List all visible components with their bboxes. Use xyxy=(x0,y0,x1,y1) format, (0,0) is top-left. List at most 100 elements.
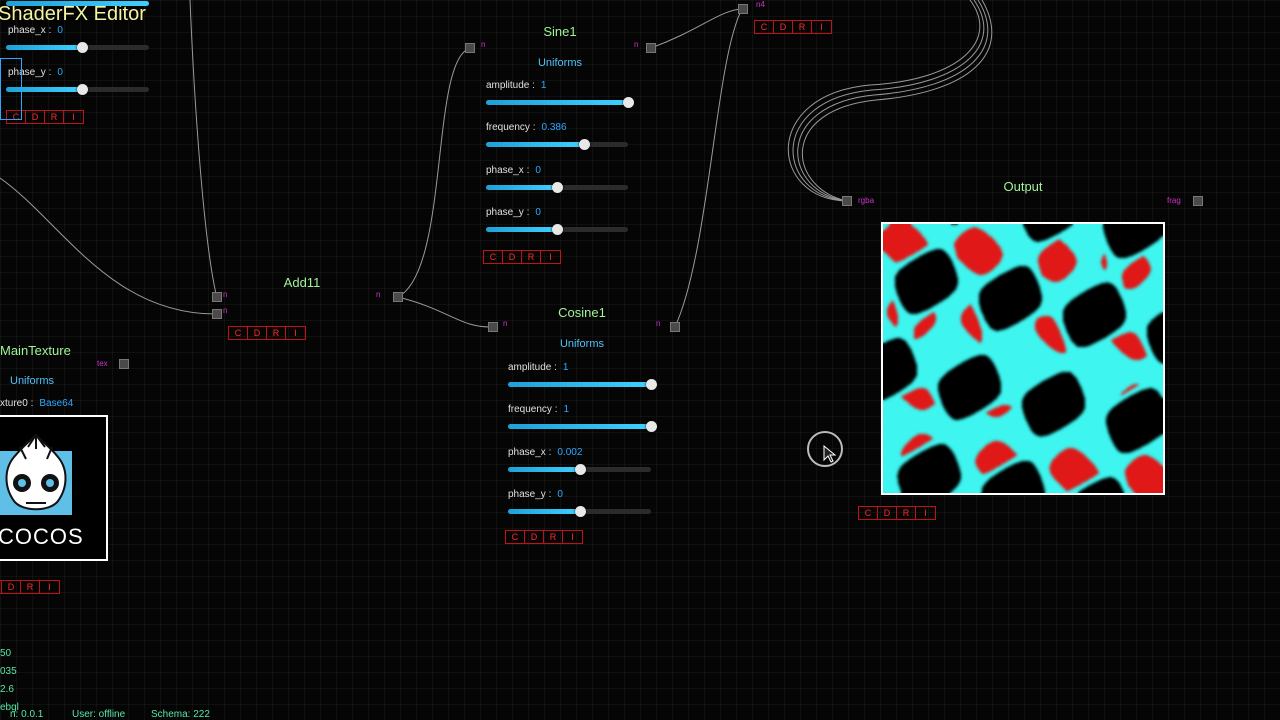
version-label: n: 0.0.1 xyxy=(10,709,44,720)
main-texture-title: MainTexture xyxy=(0,343,71,358)
sine-section-uniforms: Uniforms xyxy=(537,57,582,69)
stat-line-1: 50 xyxy=(0,648,12,659)
wire-cosine-to-top xyxy=(674,8,743,328)
r-button[interactable]: R xyxy=(897,507,916,519)
main-texture-section-uniforms: Uniforms xyxy=(10,375,55,387)
i-button[interactable]: I xyxy=(40,581,59,593)
sine-title: Sine1 xyxy=(543,24,577,39)
add-out-port[interactable] xyxy=(393,292,403,302)
r-button[interactable]: R xyxy=(522,251,541,263)
add-in-port-a-label: n xyxy=(223,290,228,299)
cosine-out-port-label: n xyxy=(656,319,661,328)
cosine-frequency-slider[interactable] xyxy=(508,421,657,432)
phase-y-slider[interactable] xyxy=(6,84,149,95)
app-title: ShaderFX Editor xyxy=(0,3,146,25)
output-out-port[interactable] xyxy=(1193,196,1203,206)
top-left-selection-box xyxy=(0,58,22,120)
cosine-section-uniforms: Uniforms xyxy=(559,338,604,350)
cosine-title: Cosine1 xyxy=(558,305,606,320)
output-in-port[interactable] xyxy=(842,196,852,206)
i-button[interactable]: I xyxy=(64,111,83,123)
i-button[interactable]: I xyxy=(812,21,831,33)
wire-add-to-sine xyxy=(397,47,471,298)
d-button[interactable]: D xyxy=(26,111,45,123)
wire-top-left-to-add xyxy=(189,0,218,299)
wire-left-to-add xyxy=(0,177,218,315)
cosine-cdri-buttons: C D R I xyxy=(505,530,583,544)
wire-sine-to-top xyxy=(650,8,743,49)
sine-cdri-buttons: C D R I xyxy=(483,250,561,264)
cosine-in-port-label: n xyxy=(503,319,508,328)
r-button[interactable]: R xyxy=(793,21,812,33)
r-button[interactable]: R xyxy=(21,581,40,593)
output-in-port-label: rgba xyxy=(858,196,875,205)
sine-param-phase-y: phase_y :0 xyxy=(486,207,541,218)
main-texture-param-texture: xture0 : Base64 xyxy=(0,398,74,409)
r-button[interactable]: R xyxy=(45,111,64,123)
sine-phase-x-slider[interactable] xyxy=(486,182,628,193)
c-button[interactable]: C xyxy=(229,327,248,339)
top-left-top-slider[interactable] xyxy=(6,1,149,6)
wire-add-to-cosine xyxy=(397,296,494,328)
cosine-param-frequency: frequency :1 xyxy=(508,404,570,415)
main-texture-out-port[interactable] xyxy=(119,359,129,369)
cocos-logo-text: COCOS xyxy=(0,524,84,549)
r-button[interactable]: R xyxy=(267,327,286,339)
d-button[interactable]: D xyxy=(2,581,21,593)
cosine-param-phase-x: phase_x :0.002 xyxy=(508,447,583,458)
sine-amplitude-slider[interactable] xyxy=(486,97,634,108)
add-in-port-b[interactable] xyxy=(212,309,222,319)
cosine-amplitude-slider[interactable] xyxy=(508,379,657,390)
top-left-param-phase-x: phase_x :0 xyxy=(8,25,63,36)
schema-label: Schema: 222 xyxy=(151,709,210,720)
cocos-logo-icon xyxy=(0,433,72,515)
cosine-param-amplitude: amplitude :1 xyxy=(508,362,569,373)
d-button[interactable]: D xyxy=(525,531,544,543)
sine-frequency-slider[interactable] xyxy=(486,139,628,150)
stat-line-3: 2.6 xyxy=(0,684,14,695)
d-button[interactable]: D xyxy=(774,21,793,33)
d-button[interactable]: D xyxy=(878,507,897,519)
add-out-port-label: n xyxy=(376,290,381,299)
sine-param-amplitude: amplitude :1 xyxy=(486,80,547,91)
add-in-port-b-label: n xyxy=(223,306,228,315)
r-button[interactable]: R xyxy=(544,531,563,543)
output-cdri-buttons: C D R I xyxy=(858,506,936,520)
add-title: Add11 xyxy=(283,275,321,290)
cosine-phase-x-slider[interactable] xyxy=(508,464,651,475)
i-button[interactable]: I xyxy=(916,507,935,519)
top-right-cdri-buttons: C D R I xyxy=(754,20,832,34)
c-button[interactable]: C xyxy=(755,21,774,33)
stat-line-2: 035 xyxy=(0,666,17,677)
sine-out-port[interactable] xyxy=(646,43,656,53)
main-texture-cdri-buttons: C D R I xyxy=(0,580,60,594)
d-button[interactable]: D xyxy=(503,251,522,263)
add-in-port-a[interactable] xyxy=(212,292,222,302)
c-button[interactable]: C xyxy=(859,507,878,519)
output-title: Output xyxy=(1003,179,1043,194)
phase-x-slider[interactable] xyxy=(6,42,149,53)
cosine-phase-y-slider[interactable] xyxy=(508,506,651,517)
cosine-in-port[interactable] xyxy=(488,322,498,332)
top-right-in-port[interactable] xyxy=(738,4,748,14)
sine-phase-y-slider[interactable] xyxy=(486,224,628,235)
output-preview[interactable] xyxy=(881,222,1165,495)
c-button[interactable]: C xyxy=(506,531,525,543)
cosine-param-phase-y: phase_y :0 xyxy=(508,489,563,500)
c-button[interactable]: C xyxy=(484,251,503,263)
sine-in-port[interactable] xyxy=(465,43,475,53)
shader-pattern-canvas xyxy=(883,224,1163,493)
sine-in-port-label: n xyxy=(481,40,486,49)
sine-param-phase-x: phase_x :0 xyxy=(486,165,541,176)
user-status: User: offline xyxy=(72,709,126,720)
pointer-cursor-icon xyxy=(823,445,837,463)
i-button[interactable]: I xyxy=(541,251,560,263)
i-button[interactable]: I xyxy=(286,327,305,339)
d-button[interactable]: D xyxy=(248,327,267,339)
i-button[interactable]: I xyxy=(563,531,582,543)
sine-out-port-label: n xyxy=(634,40,639,49)
main-texture-out-port-label: tex xyxy=(97,359,108,368)
mouse-cursor-ring xyxy=(807,431,843,467)
add-cdri-buttons: C D R I xyxy=(228,326,306,340)
cosine-out-port[interactable] xyxy=(670,322,680,332)
